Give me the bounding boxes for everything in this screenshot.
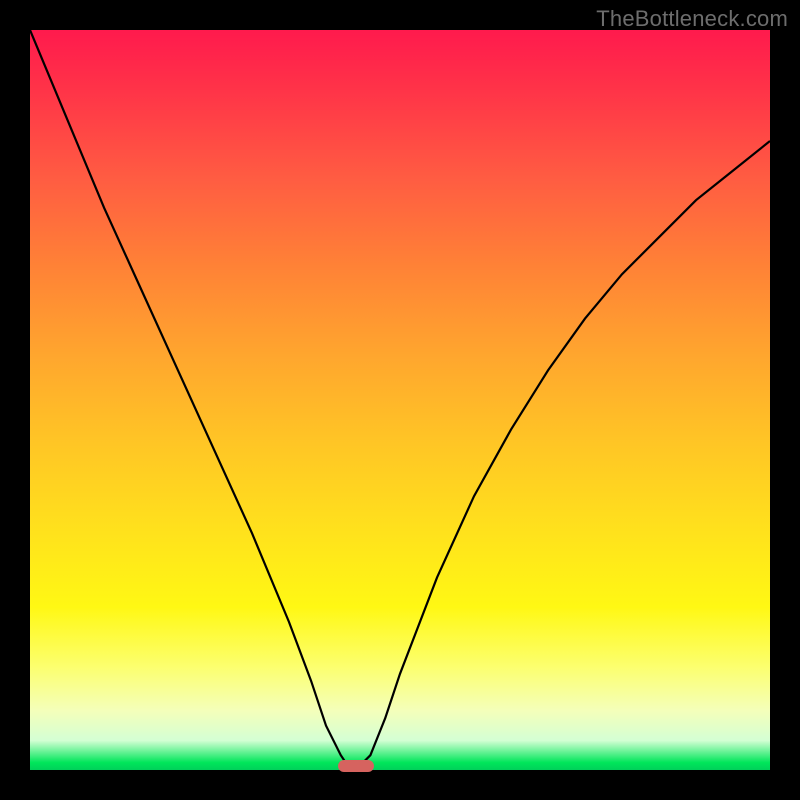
watermark-text: TheBottleneck.com	[596, 6, 788, 32]
bottleneck-curve	[30, 30, 770, 770]
minimum-marker	[338, 760, 374, 772]
curve-svg	[30, 30, 770, 770]
chart-plot-area	[30, 30, 770, 770]
